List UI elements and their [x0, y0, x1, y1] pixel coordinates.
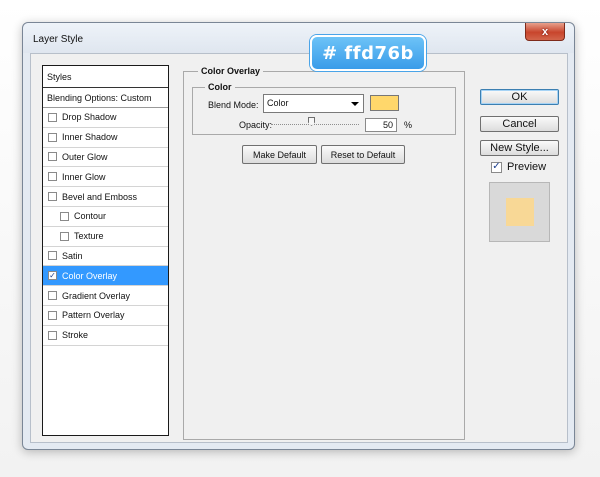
style-checkbox[interactable]: [48, 192, 57, 202]
color-overlay-group: Color Overlay Color Blend Mode: Color Op…: [183, 66, 465, 440]
style-item-color-overlay[interactable]: ✓ Color Overlay: [43, 266, 168, 287]
style-item-label: Outer Glow: [62, 151, 108, 162]
style-checkbox[interactable]: [48, 152, 57, 162]
styles-header[interactable]: Styles: [43, 66, 168, 88]
style-item-drop-shadow[interactable]: Drop Shadow: [43, 108, 168, 128]
style-checkbox[interactable]: [48, 330, 57, 340]
style-checkbox[interactable]: ✓: [48, 271, 57, 281]
dropdown-arrow-icon: [351, 102, 359, 106]
style-item-label: Texture: [74, 231, 104, 242]
style-item-label: Pattern Overlay: [62, 310, 125, 321]
new-style-button[interactable]: New Style...: [480, 140, 559, 156]
style-item-gradient-overlay[interactable]: Gradient Overlay: [43, 286, 168, 306]
preview-checkbox[interactable]: ✓: [491, 161, 502, 173]
style-item-label: Color Overlay: [62, 270, 118, 281]
style-item-inner-shadow[interactable]: Inner Shadow: [43, 128, 168, 148]
style-item-label: Inner Shadow: [62, 132, 118, 143]
style-item-bevel-and-emboss[interactable]: Bevel and Emboss: [43, 187, 168, 207]
style-checkbox[interactable]: [60, 211, 69, 221]
reset-to-default-button[interactable]: Reset to Default: [321, 145, 405, 164]
style-item-stroke[interactable]: Stroke: [43, 326, 168, 346]
style-item-label: Satin: [62, 250, 83, 261]
preview-box: [489, 182, 550, 242]
style-checkbox[interactable]: [48, 112, 57, 122]
color-subgroup: Color Blend Mode: Color Opacity: 50 %: [192, 82, 456, 135]
preview-toggle[interactable]: ✓ Preview: [491, 161, 546, 173]
blending-options-item[interactable]: Blending Options: Custom: [43, 88, 168, 108]
styles-list: Styles Blending Options: Custom Drop Sha…: [42, 65, 169, 436]
style-item-label: Contour: [74, 211, 107, 222]
style-checkbox[interactable]: [48, 132, 57, 142]
style-item-texture[interactable]: Texture: [43, 227, 168, 247]
style-checkbox[interactable]: [48, 291, 57, 301]
style-item-label: Bevel and Emboss: [62, 191, 138, 202]
style-item-outer-glow[interactable]: Outer Glow: [43, 148, 168, 168]
style-items: Drop Shadow Inner Shadow Outer Glow Inner G…: [43, 108, 168, 346]
style-checkbox[interactable]: [48, 310, 57, 320]
overlay-color-swatch[interactable]: [370, 95, 399, 111]
style-item-label: Drop Shadow: [62, 112, 117, 123]
style-item-satin[interactable]: Satin: [43, 247, 168, 267]
close-button[interactable]: x: [525, 23, 565, 41]
opacity-input[interactable]: 50: [365, 118, 397, 132]
ok-button[interactable]: OK: [480, 89, 559, 105]
group-title: Color Overlay: [198, 66, 264, 76]
opacity-slider-track[interactable]: [271, 124, 359, 125]
style-item-label: Inner Glow: [62, 171, 106, 182]
title-bar[interactable]: Layer Style x: [23, 23, 574, 53]
layer-style-dialog: Layer Style x Styles Blending Options: C…: [22, 22, 575, 450]
close-icon: x: [541, 25, 549, 38]
cancel-button[interactable]: Cancel: [480, 116, 559, 132]
make-default-button[interactable]: Make Default: [242, 145, 317, 164]
blend-mode-select[interactable]: Color: [263, 94, 364, 113]
window-title: Layer Style: [33, 34, 84, 45]
style-checkbox[interactable]: [48, 172, 57, 182]
opacity-unit: %: [404, 120, 413, 130]
opacity-label: Opacity:: [239, 120, 273, 130]
style-item-label: Gradient Overlay: [62, 290, 131, 301]
style-item-inner-glow[interactable]: Inner Glow: [43, 167, 168, 188]
preview-swatch: [505, 198, 534, 226]
style-checkbox[interactable]: [48, 251, 57, 261]
style-item-contour[interactable]: Contour: [43, 207, 168, 227]
blend-mode-value: Color: [267, 98, 289, 108]
hex-color-callout: # ffd76b: [310, 35, 426, 71]
style-item-pattern-overlay[interactable]: Pattern Overlay: [43, 306, 168, 326]
blend-mode-label: Blend Mode:: [208, 100, 259, 110]
dialog-body: Styles Blending Options: Custom Drop Sha…: [30, 53, 568, 443]
subgroup-title: Color: [205, 82, 235, 92]
style-checkbox[interactable]: [60, 231, 69, 241]
preview-label: Preview: [507, 161, 547, 173]
style-item-label: Stroke: [62, 330, 89, 341]
